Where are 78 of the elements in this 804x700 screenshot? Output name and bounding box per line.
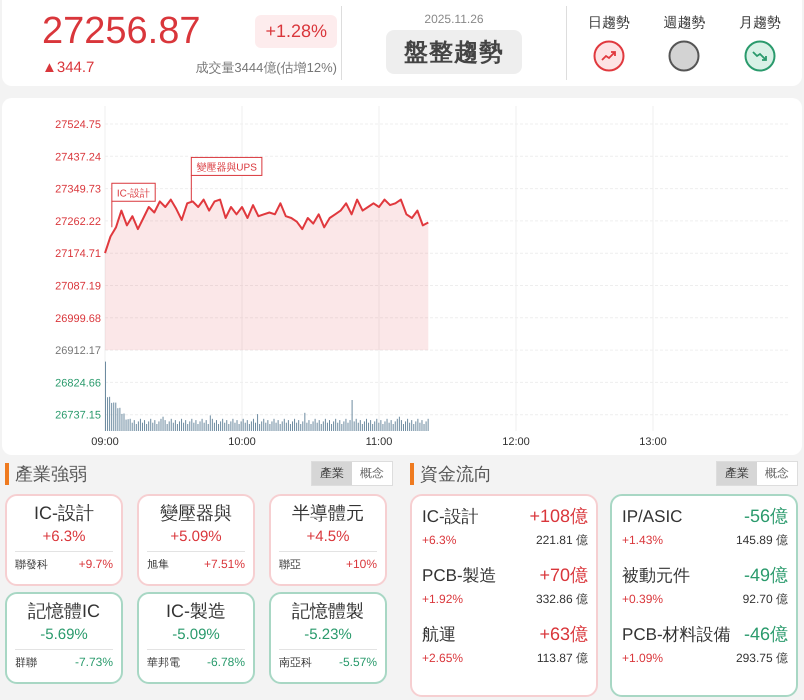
sector-change: +6.3% bbox=[42, 528, 86, 545]
flow-amount: -56億 bbox=[744, 505, 788, 528]
trend-status: 盤整趨勢 bbox=[386, 30, 522, 74]
index-value: 27256.87 bbox=[42, 10, 200, 52]
x-axis-label: 10:00 bbox=[228, 436, 256, 448]
annotation-label: 變壓器與UPS bbox=[190, 156, 262, 176]
x-axis-label: 13:00 bbox=[639, 436, 667, 448]
change-points: ▲344.7 bbox=[42, 59, 94, 76]
sector-change: +1.43% bbox=[622, 533, 664, 547]
sector-name: IC-設計 bbox=[34, 502, 94, 525]
y-axis-label: 26824.66 bbox=[55, 377, 101, 390]
turnover-text: 145.89 億 bbox=[736, 532, 788, 549]
sector-change: -5.09% bbox=[172, 626, 220, 643]
sector-name: 航運 bbox=[422, 624, 456, 646]
sector-change: +2.65% bbox=[422, 651, 464, 665]
stock-change: -7.73% bbox=[74, 655, 113, 670]
y-axis-label: 27087.19 bbox=[55, 280, 101, 292]
stock-name: 聯發科 bbox=[15, 558, 48, 572]
x-axis-label: 11:00 bbox=[366, 436, 392, 448]
trend-label: 週趨勢 bbox=[663, 14, 706, 32]
sector-name: 記憶體IC bbox=[28, 600, 100, 623]
sector-change: +5.09% bbox=[170, 528, 222, 545]
trend-label: 月趨勢 bbox=[739, 14, 782, 32]
sector-change: -5.23% bbox=[304, 626, 352, 643]
annotation: 變壓器與UPS bbox=[196, 161, 258, 174]
stock-name: 旭隼 bbox=[147, 558, 169, 572]
flow-amount: +108億 bbox=[529, 505, 588, 528]
sector-change: +6.3% bbox=[422, 533, 456, 547]
y-axis-label: 26737.15 bbox=[55, 410, 101, 422]
turnover-text: 293.75 億 bbox=[736, 650, 788, 667]
sector-change: -5.69% bbox=[40, 626, 88, 643]
sector-name: 記憶體製 bbox=[292, 600, 364, 623]
section-title: 資金流向 bbox=[410, 462, 492, 484]
stock-change: +10% bbox=[346, 557, 377, 572]
flow-amount: +63億 bbox=[539, 623, 588, 646]
section-title: 產業強弱 bbox=[5, 462, 87, 484]
stock-change: -6.78% bbox=[206, 655, 245, 670]
trend-label: 日趨勢 bbox=[588, 14, 630, 32]
stock-change: +9.7% bbox=[78, 557, 113, 572]
change-percent: +1.28% bbox=[255, 14, 337, 48]
sector-name: 變壓器與 bbox=[160, 502, 232, 525]
sector-name: 半導體元 bbox=[292, 502, 364, 525]
stock-name: 聯亞 bbox=[279, 558, 301, 572]
turnover-text: 221.81 億 bbox=[536, 532, 588, 549]
y-axis-label: 27174.71 bbox=[55, 248, 101, 260]
x-axis-label: 09:00 bbox=[91, 436, 119, 448]
flow-amount: -46億 bbox=[744, 623, 788, 646]
stock-name: 華邦電 bbox=[147, 656, 180, 670]
stock-name: 群聯 bbox=[15, 656, 37, 670]
stock-name: 南亞科 bbox=[279, 656, 312, 670]
sector-name: PCB-材料設備 bbox=[622, 624, 731, 646]
sector-name: PCB-製造 bbox=[422, 565, 497, 587]
y-axis-label: 26912.17 bbox=[55, 345, 101, 358]
flow-amount: -49億 bbox=[744, 564, 788, 587]
y-axis-label: 27524.75 bbox=[55, 119, 101, 131]
volume-text: 成交量3444億(估增12%) bbox=[195, 58, 337, 76]
sector-change: +0.39% bbox=[622, 592, 664, 606]
turnover-text: 92.70 億 bbox=[742, 591, 788, 608]
x-axis-label: 12:00 bbox=[502, 436, 530, 448]
y-axis-label: 27349.73 bbox=[55, 184, 101, 196]
stock-change: -5.57% bbox=[338, 655, 377, 670]
sector-change: +4.5% bbox=[306, 528, 350, 545]
date-text: 2025.11.26 bbox=[424, 12, 484, 26]
y-axis-label: 27262.22 bbox=[55, 216, 101, 228]
sector-name: IP/ASIC bbox=[622, 507, 682, 527]
annotation-label: IC-設計 bbox=[111, 182, 156, 202]
y-axis-label: 26999.68 bbox=[55, 312, 101, 325]
sector-change: +1.92% bbox=[422, 592, 464, 606]
turnover-text: 332.86 億 bbox=[536, 591, 588, 608]
flow-amount: +70億 bbox=[539, 564, 588, 587]
sector-name: IC-製造 bbox=[166, 600, 226, 623]
annotation: IC-設計 bbox=[116, 187, 150, 200]
sector-name: IC-設計 bbox=[422, 506, 479, 528]
y-axis-label: 27437.24 bbox=[55, 151, 101, 164]
sector-name: 被動元件 bbox=[622, 565, 690, 587]
sector-change: +1.09% bbox=[622, 651, 664, 665]
stock-change: +7.51% bbox=[204, 557, 245, 572]
turnover-text: 113.87 億 bbox=[536, 650, 588, 667]
